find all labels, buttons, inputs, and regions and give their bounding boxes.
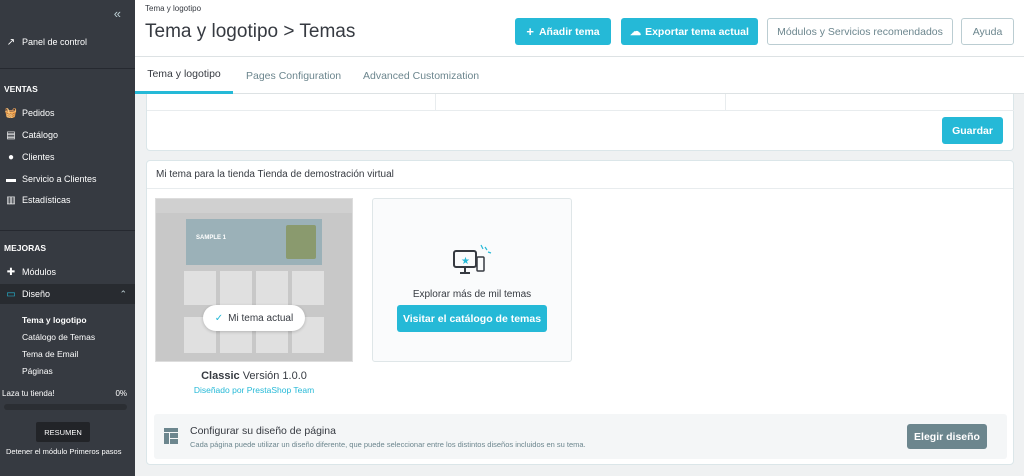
- sidebar-item-label: Servicio a Clientes: [22, 174, 97, 184]
- sidebar-item-dashboard[interactable]: ↗ Panel de control: [0, 32, 135, 52]
- layout-description: Cada página puede utilizar un diseño dif…: [190, 440, 586, 449]
- theme-version: Versión 1.0.0: [242, 370, 307, 382]
- preview-products-row: [184, 271, 324, 305]
- stop-onboarding-link[interactable]: Detener el módulo Primeros pasos: [6, 447, 121, 456]
- sidebar-item-label: Diseño: [22, 289, 51, 299]
- sidebar-item-orders[interactable]: 🧺 Pedidos: [0, 103, 135, 123]
- theme-name-version: Classic Versión 1.0.0: [155, 370, 353, 382]
- logo-card: Guardar: [146, 94, 1014, 151]
- sidebar-item-label: Pedidos: [22, 108, 55, 118]
- trending-icon: ↗: [6, 36, 16, 48]
- section-heading-sales: VENTAS: [4, 84, 38, 94]
- explore-themes-box: ★ Explorar más de mil temas Visitar el c…: [372, 198, 572, 362]
- section-heading-improve: MEJORAS: [4, 243, 47, 253]
- monitor-icon: ▭: [6, 288, 16, 300]
- theme-preview-image: SAMPLE 1 ✓ Mi tema actual: [155, 198, 353, 362]
- logo-card-row: [147, 94, 1014, 111]
- monitor-star-icon: ★: [452, 243, 492, 279]
- theme-card: Mi tema para la tienda Tienda de demostr…: [146, 160, 1014, 465]
- svg-text:★: ★: [461, 256, 470, 267]
- plus-icon: +: [526, 24, 534, 39]
- divider: [0, 230, 135, 231]
- user-icon: ●: [7, 151, 15, 163]
- check-icon: ✓: [214, 312, 224, 324]
- preview-product: [220, 271, 252, 305]
- page-title: Tema y logotipo > Temas: [145, 21, 356, 42]
- preview-product: [292, 271, 324, 305]
- sidebar-item-design[interactable]: ▭ Diseño ⌃: [0, 284, 135, 304]
- resume-button[interactable]: RESUMEN: [36, 422, 90, 442]
- export-theme-label: Exportar tema actual: [645, 25, 749, 38]
- layout-grid-icon: [164, 428, 178, 444]
- divider: [725, 94, 726, 111]
- sidebar-item-label: Panel de control: [22, 37, 88, 47]
- preview-product: [184, 271, 216, 305]
- sidebar-item-label: Catálogo: [22, 130, 59, 140]
- layout-title: Configurar su diseño de página: [190, 425, 336, 437]
- page-header: Tema y logotipo Tema y logotipo > Temas …: [135, 0, 1024, 57]
- sidebar-item-label: Estadísticas: [22, 195, 71, 205]
- store-icon: ▤: [6, 129, 16, 141]
- onboarding-label: Laza tu tienda!: [2, 389, 55, 398]
- save-button[interactable]: Guardar: [942, 117, 1003, 144]
- puzzle-icon: ✚: [6, 266, 16, 278]
- breadcrumb[interactable]: Tema y logotipo: [145, 4, 201, 13]
- sidebar-item-customer-service[interactable]: ▬ Servicio a Clientes: [0, 169, 135, 189]
- current-theme-badge: ✓ Mi tema actual: [203, 305, 305, 331]
- preview-banner: SAMPLE 1: [186, 219, 322, 265]
- collapse-icon[interactable]: «: [114, 6, 121, 21]
- divider: [435, 94, 436, 111]
- submenu-pages[interactable]: Páginas: [22, 366, 53, 376]
- preview-topbar: [156, 199, 352, 213]
- sidebar-item-stats[interactable]: ▥ Estadísticas: [0, 190, 135, 210]
- current-theme-label: Mi tema actual: [228, 312, 294, 324]
- sidebar-item-label: Módulos: [22, 267, 57, 277]
- sidebar-item-customers[interactable]: ● Clientes: [0, 147, 135, 167]
- divider: [147, 188, 1013, 189]
- submenu-theme-catalog[interactable]: Catálogo de Temas: [22, 332, 95, 342]
- preview-plant-image: [286, 225, 316, 259]
- sidebar-item-catalog[interactable]: ▤ Catálogo: [0, 125, 135, 145]
- shopping-basket-icon: 🧺: [4, 107, 18, 119]
- cloud-download-icon: ☁: [630, 26, 642, 38]
- submenu-email-theme[interactable]: Tema de Email: [22, 349, 78, 359]
- bar-chart-icon: ▥: [6, 194, 16, 206]
- tab-theme-logo[interactable]: Tema y logotipo: [135, 57, 233, 94]
- preview-banner-text: SAMPLE 1: [196, 235, 227, 241]
- tab-pages-configuration[interactable]: Pages Configuration: [246, 57, 341, 94]
- theme-name: Classic: [201, 370, 240, 382]
- theme-designer-link[interactable]: Diseñado por PrestaShop Team: [155, 385, 353, 395]
- page-layout-config: Configurar su diseño de página Cada pági…: [154, 414, 1007, 459]
- visit-catalog-button[interactable]: Visitar el catálogo de temas: [397, 305, 547, 332]
- divider: [0, 68, 135, 69]
- theme-card-title: Mi tema para la tienda Tienda de demostr…: [156, 169, 394, 180]
- add-theme-label: Añadir tema: [538, 25, 600, 38]
- export-theme-button[interactable]: ☁ Exportar tema actual: [621, 18, 758, 45]
- sidebar: « ↗ Panel de control VENTAS 🧺 Pedidos ▤ …: [0, 0, 135, 476]
- add-theme-button[interactable]: + Añadir tema: [515, 18, 611, 45]
- explore-text: Explorar más de mil temas: [412, 289, 532, 300]
- help-button[interactable]: Ayuda: [961, 18, 1014, 45]
- tab-advanced-customization[interactable]: Advanced Customization: [363, 57, 479, 94]
- preview-product: [256, 271, 288, 305]
- chat-icon: ▬: [6, 173, 16, 185]
- modules-services-button[interactable]: Módulos y Servicios recomendados: [767, 18, 953, 45]
- onboarding-progress-bar: [4, 404, 127, 410]
- sidebar-item-label: Clientes: [22, 152, 55, 162]
- chevron-up-icon: ⌃: [119, 288, 127, 299]
- sidebar-item-modules[interactable]: ✚ Módulos: [0, 262, 135, 282]
- choose-layout-button[interactable]: Elegir diseño: [907, 424, 987, 449]
- onboarding-percent: 0%: [115, 389, 127, 398]
- submenu-theme-logo[interactable]: Tema y logotipo: [22, 315, 87, 325]
- tab-bar: Tema y logotipo Pages Configuration Adva…: [135, 57, 1024, 94]
